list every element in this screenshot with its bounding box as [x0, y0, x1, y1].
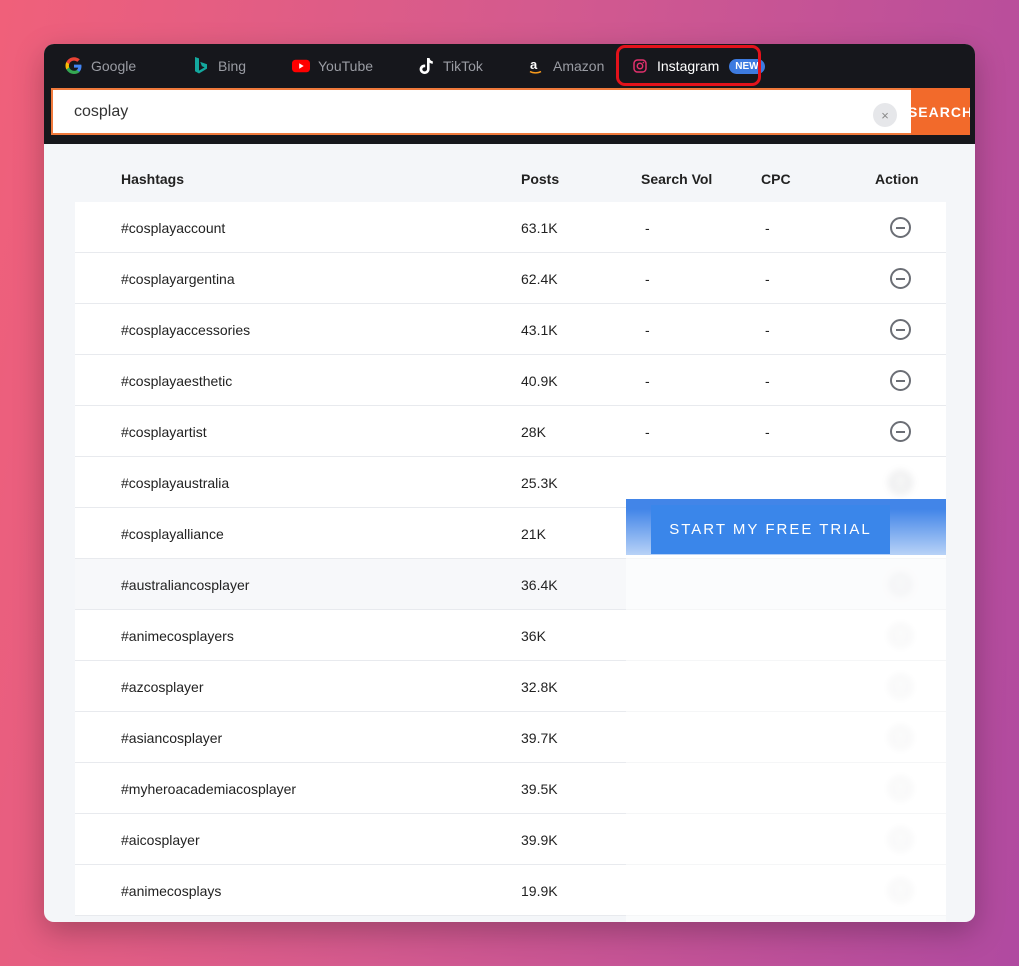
posts-cell: 25.3K	[521, 475, 558, 491]
header-cpc[interactable]: CPC	[761, 171, 791, 187]
posts-cell: 28K	[521, 424, 546, 440]
posts-cell: 63.1K	[521, 220, 558, 236]
table-row: #cosplayartist 28K - -	[75, 406, 946, 457]
hashtag-cell: #azcosplayer	[121, 679, 204, 695]
hashtag-cell: #aicosplayer	[121, 832, 200, 848]
table-row: #cosplayaccessories 43.1K - -	[75, 304, 946, 355]
svg-text:a: a	[530, 57, 538, 72]
cpc-cell: -	[765, 373, 770, 389]
cpc-cell: -	[765, 322, 770, 338]
hashtag-cell: #cosplayaccount	[121, 220, 226, 236]
remove-icon	[890, 472, 911, 493]
remove-icon[interactable]	[890, 268, 911, 289]
posts-cell: 21K	[521, 526, 546, 542]
posts-cell: 39.7K	[521, 730, 558, 746]
active-tab-highlight	[616, 45, 761, 86]
tab-tiktok[interactable]: TikTok	[417, 54, 483, 78]
tiktok-icon	[417, 57, 435, 75]
hashtag-cell: #australiancosplayer	[121, 577, 250, 593]
hashtag-cell: #cosplayaesthetic	[121, 373, 233, 389]
google-icon	[65, 57, 83, 75]
tab-label: Amazon	[553, 58, 605, 74]
table-row: #cosplayargentina 62.4K - -	[75, 253, 946, 304]
tab-google[interactable]: Google	[65, 54, 136, 78]
search-vol-cell: -	[645, 322, 650, 338]
table-header: Hashtags Posts Search Vol CPC Action	[75, 154, 946, 202]
youtube-icon	[292, 57, 310, 75]
bing-icon	[192, 57, 210, 75]
search-input[interactable]	[74, 102, 854, 121]
tab-label: Google	[91, 58, 137, 74]
posts-cell: 43.1K	[521, 322, 558, 338]
tab-label: YouTube	[318, 58, 374, 74]
posts-cell: 39.5K	[521, 781, 558, 797]
remove-icon[interactable]	[890, 319, 911, 340]
search-vol-cell: -	[645, 373, 650, 389]
locked-data-overlay	[626, 549, 946, 922]
tab-label: Bing	[218, 58, 247, 74]
tab-label: TikTok	[443, 58, 483, 74]
cpc-cell: -	[765, 220, 770, 236]
remove-icon[interactable]	[890, 370, 911, 391]
posts-cell: 19.9K	[521, 883, 558, 899]
tab-youtube[interactable]: YouTube	[292, 54, 373, 78]
search-vol-cell: -	[645, 424, 650, 440]
search-button[interactable]: SEARCH	[911, 88, 970, 135]
hashtag-cell: #cosplayalliance	[121, 526, 224, 542]
hashtag-cell: #cosplayaustralia	[121, 475, 230, 491]
header-action: Action	[875, 171, 919, 187]
app-window: Google Bing YouTube TikTok a Amazon Inst…	[44, 44, 975, 922]
posts-cell: 40.9K	[521, 373, 558, 389]
cpc-cell: -	[765, 424, 770, 440]
start-free-trial-button[interactable]: START MY FREE TRIAL	[651, 505, 890, 554]
header-search-vol[interactable]: Search Vol	[641, 171, 712, 187]
amazon-icon: a	[527, 57, 545, 75]
hashtag-cell: #asiancosplayer	[121, 730, 223, 746]
platform-tabs: Google Bing YouTube TikTok a Amazon Inst…	[44, 44, 975, 88]
cpc-cell: -	[765, 271, 770, 287]
remove-icon[interactable]	[890, 217, 911, 238]
posts-cell: 36.4K	[521, 577, 558, 593]
table-row: #cosplayaesthetic 40.9K - -	[75, 355, 946, 406]
table-row: #cosplayaccount 63.1K - -	[75, 202, 946, 253]
search-field-wrap: ×	[51, 88, 911, 135]
header-posts[interactable]: Posts	[521, 171, 559, 187]
posts-cell: 32.8K	[521, 679, 558, 695]
header-hashtags[interactable]: Hashtags	[121, 171, 184, 187]
clear-icon[interactable]: ×	[873, 103, 897, 127]
hashtag-cell: #animecosplays	[121, 883, 222, 899]
top-bar: Google Bing YouTube TikTok a Amazon Inst…	[44, 44, 975, 144]
search-vol-cell: -	[645, 271, 650, 287]
search-vol-cell: -	[645, 220, 650, 236]
remove-icon[interactable]	[890, 421, 911, 442]
hashtag-cell: #animecosplayers	[121, 628, 234, 644]
posts-cell: 62.4K	[521, 271, 558, 287]
hashtag-cell: #cosplayartist	[121, 424, 207, 440]
hashtag-cell: #cosplayargentina	[121, 271, 235, 287]
tab-bing[interactable]: Bing	[192, 54, 246, 78]
search-bar: × SEARCH	[51, 88, 970, 135]
posts-cell: 36K	[521, 628, 546, 644]
hashtag-cell: #myheroacademiacosplayer	[121, 781, 297, 797]
tab-amazon[interactable]: a Amazon	[527, 54, 604, 78]
posts-cell: 39.9K	[521, 832, 558, 848]
hashtag-cell: #cosplayaccessories	[121, 322, 251, 338]
